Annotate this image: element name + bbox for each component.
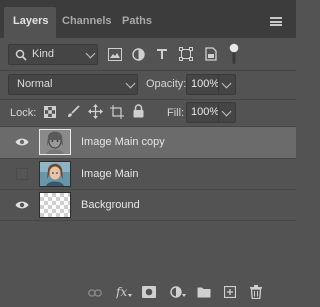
svg-text:fx: fx: [116, 285, 127, 299]
filter-kind-select[interactable]: Kind: [8, 44, 98, 65]
lock-label: Lock:: [10, 107, 37, 119]
blend-mode-value: Normal: [17, 78, 53, 90]
layer-thumbnail: [39, 129, 71, 155]
pixel-filter-icon[interactable]: [108, 48, 122, 61]
lock-position-icon[interactable]: [88, 104, 103, 119]
add-mask-icon[interactable]: [142, 286, 156, 298]
tab-paths[interactable]: Paths: [122, 7, 152, 38]
layer-row[interactable]: Background: [0, 190, 296, 221]
opacity-value: 100%: [191, 78, 220, 90]
blend-mode-select[interactable]: Normal: [8, 74, 138, 95]
new-layer-icon[interactable]: [224, 286, 236, 298]
eye-icon[interactable]: [15, 137, 29, 147]
layer-thumbnail-transparent: [39, 192, 71, 218]
fill-label: Fill:: [167, 107, 185, 119]
divider: [0, 99, 296, 100]
tab-channels[interactable]: Channels: [62, 7, 112, 38]
lock-transparent-icon[interactable]: [44, 106, 56, 118]
layer-row[interactable]: Image Main: [0, 159, 296, 190]
layer-thumbnail: [39, 161, 71, 187]
eye-icon[interactable]: [15, 200, 29, 210]
delete-layer-icon[interactable]: [250, 285, 262, 299]
filter-kind-label: Kind: [32, 48, 55, 60]
lock-artboard-icon[interactable]: [110, 105, 124, 119]
opacity-input[interactable]: 100%: [186, 74, 236, 95]
chevron-down-icon[interactable]: [221, 78, 232, 89]
new-group-icon[interactable]: [197, 286, 211, 298]
lock-all-icon[interactable]: [133, 104, 144, 118]
smart-object-filter-icon[interactable]: [205, 47, 217, 61]
shape-filter-icon[interactable]: [179, 47, 193, 61]
link-layers-icon[interactable]: [88, 288, 102, 298]
layer-name[interactable]: Image Main: [81, 168, 138, 180]
type-filter-icon[interactable]: [156, 48, 168, 60]
layer-name[interactable]: Background: [81, 199, 140, 211]
filter-toggle-icon[interactable]: [229, 43, 239, 65]
chevron-down-icon: [85, 48, 96, 59]
layer-name[interactable]: Image Main copy: [81, 136, 165, 148]
panel-tab-bar: Layers Channels Paths: [0, 0, 296, 38]
chevron-down-icon: [125, 78, 136, 89]
adjustment-layer-icon[interactable]: [170, 286, 186, 299]
search-icon: [15, 49, 27, 61]
lock-image-icon[interactable]: [67, 105, 80, 118]
fill-input[interactable]: 100%: [186, 102, 236, 123]
fill-value: 100%: [191, 106, 220, 118]
panel-menu-icon[interactable]: [270, 17, 282, 26]
opacity-label: Opacity:: [146, 78, 187, 90]
chevron-down-icon[interactable]: [221, 106, 232, 117]
layer-row[interactable]: Image Main copy: [0, 127, 296, 158]
layer-style-icon[interactable]: fx: [116, 285, 132, 299]
adjustment-filter-icon[interactable]: [132, 48, 145, 61]
tab-layers[interactable]: Layers: [4, 7, 56, 38]
divider: [0, 70, 296, 71]
visibility-toggle[interactable]: [16, 168, 28, 180]
